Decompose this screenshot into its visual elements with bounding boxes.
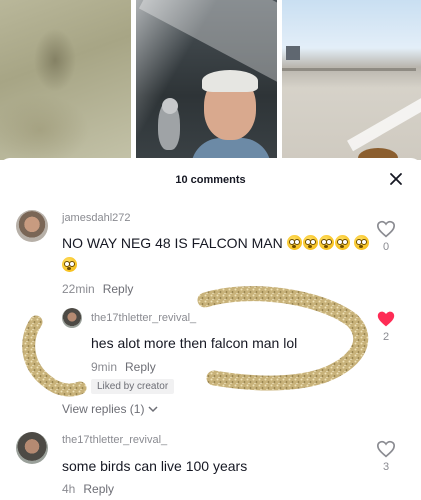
heart-outline-icon[interactable] (376, 220, 396, 238)
comment-text: NO WAY NEG 48 IS FALCON MAN (62, 232, 372, 276)
comment-username[interactable]: jamesdahl272 (62, 212, 131, 224)
video-thumbnails (0, 0, 421, 160)
like-control[interactable]: 0 (374, 220, 398, 253)
comment-username[interactable]: the17thletter_revival_ (62, 434, 167, 446)
chevron-down-icon (148, 406, 158, 413)
reply-comment-item: the17thletter_revival_ hes alot more the… (0, 308, 421, 408)
comments-count-title: 10 comments (175, 174, 246, 186)
comment-time: 9min (91, 360, 118, 374)
comment-text-body: NO WAY NEG 48 IS FALCON MAN (62, 235, 283, 251)
comment-meta: 4h Reply (62, 482, 114, 496)
like-control[interactable]: 3 (374, 440, 398, 473)
video-thumbnail-2[interactable] (136, 0, 277, 160)
astonished-emoji (286, 235, 302, 250)
rooftop-edge (282, 68, 416, 71)
heart-filled-icon[interactable] (376, 310, 396, 328)
parrot-head (162, 98, 178, 114)
comments-sheet: 10 comments jamesdahl272 NO WAY NEG 48 I… (0, 158, 421, 500)
person-hair (202, 70, 258, 92)
light-beam (138, 0, 277, 84)
comment-text: some birds can live 100 years (62, 458, 248, 474)
like-count: 0 (382, 241, 390, 253)
view-replies-label: View replies (1) (62, 402, 145, 416)
like-control[interactable]: 2 (374, 310, 398, 343)
avatar[interactable] (16, 210, 48, 242)
comment-meta: 9min Reply (91, 360, 156, 374)
video-thumbnail-1[interactable] (0, 0, 131, 160)
astonished-emoji (62, 257, 77, 272)
like-count: 3 (382, 461, 390, 473)
comment-meta: 22min Reply (62, 282, 133, 296)
like-count: 2 (382, 331, 390, 343)
video-thumbnail-3[interactable] (282, 0, 421, 160)
liked-by-creator-badge: Liked by creator (91, 379, 175, 394)
avatar[interactable] (62, 308, 82, 328)
comment-item: jamesdahl272 NO WAY NEG 48 IS FALCON MAN… (0, 210, 421, 302)
reply-button[interactable]: Reply (103, 282, 134, 296)
comment-item: the17thletter_revival_ some birds can li… (0, 432, 421, 500)
heart-outline-icon[interactable] (376, 440, 396, 458)
astonished-emoji (318, 235, 334, 250)
rooftop-stripe (347, 80, 421, 152)
close-icon[interactable] (389, 172, 403, 186)
avatar[interactable] (16, 432, 48, 464)
reply-button[interactable]: Reply (125, 360, 156, 374)
comment-time: 22min (62, 282, 95, 296)
view-replies-link[interactable]: View replies (1) (62, 402, 158, 416)
rooftop-box (286, 46, 300, 60)
person-body (191, 138, 271, 160)
astonished-emoji (354, 235, 370, 250)
reply-button[interactable]: Reply (83, 482, 114, 496)
astonished-emoji (302, 235, 318, 250)
comment-username[interactable]: the17thletter_revival_ (91, 312, 196, 324)
comment-time: 4h (62, 482, 76, 496)
astonished-emoji (334, 235, 350, 250)
comment-text: hes alot more then falcon man lol (91, 335, 298, 351)
